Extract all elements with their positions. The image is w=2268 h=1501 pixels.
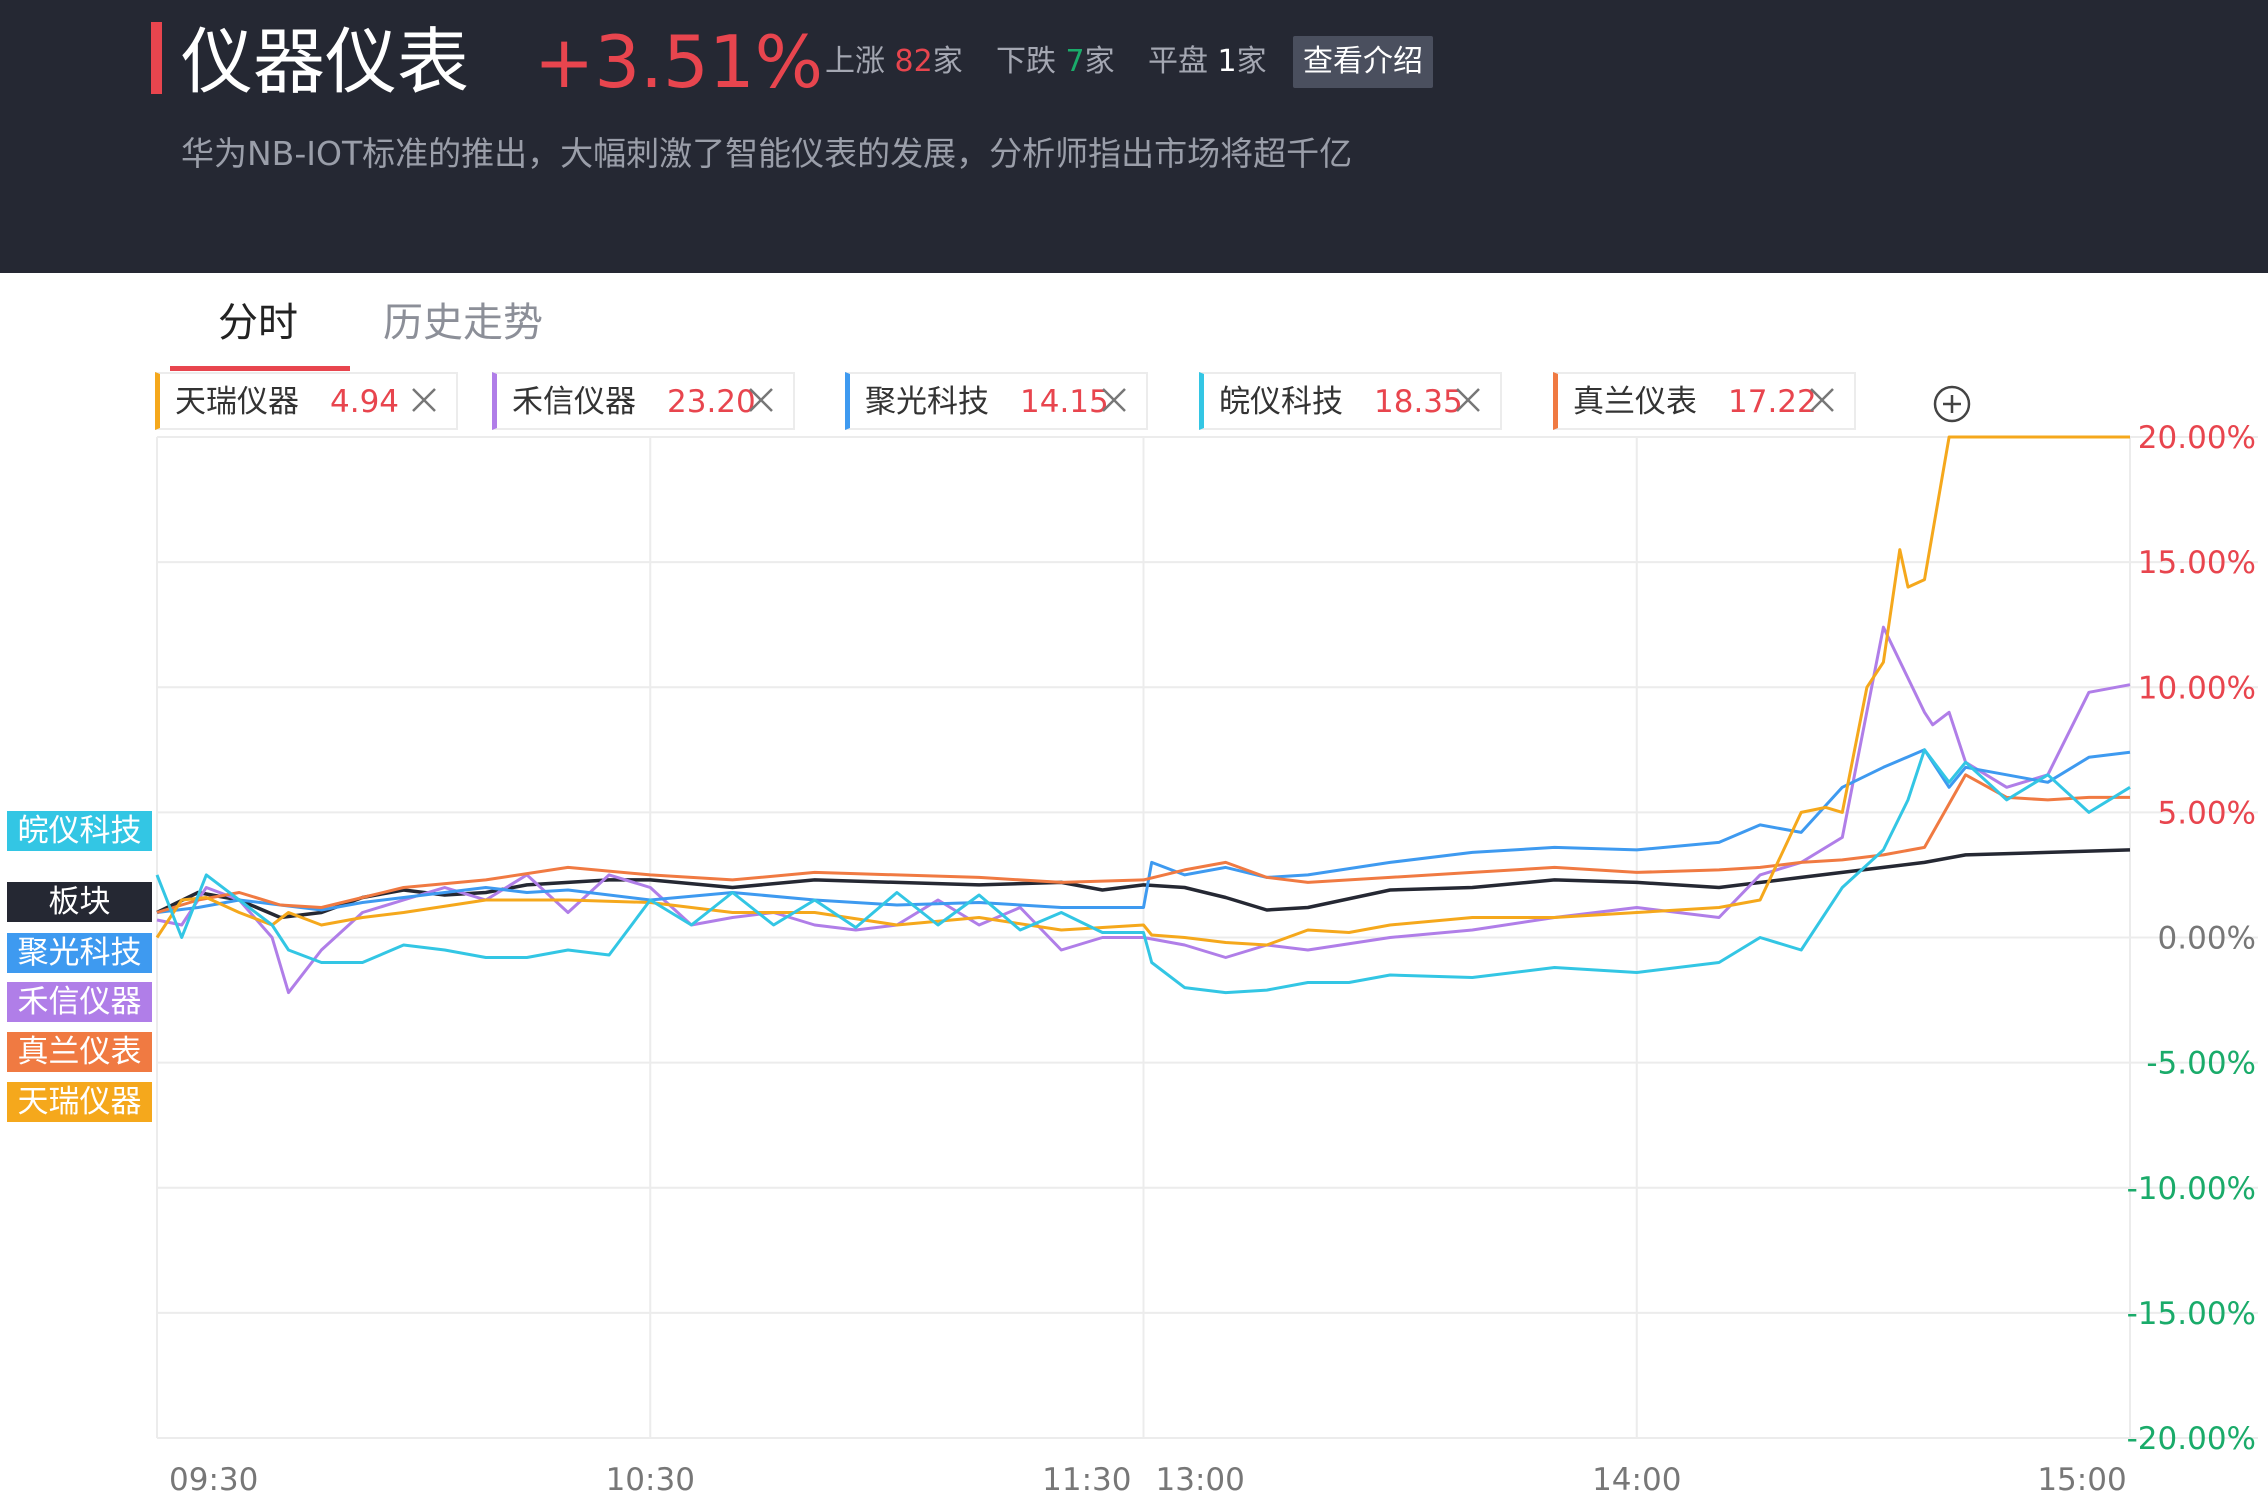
x-tick-label: 15:00 bbox=[2037, 1462, 2126, 1498]
y-tick-label: -5.00% bbox=[2146, 1046, 2256, 1082]
chip-name: 禾信仪器 bbox=[512, 384, 636, 420]
close-icon[interactable] bbox=[1094, 380, 1134, 420]
y-tick-label: 20.00% bbox=[2138, 420, 2256, 456]
legend-tianrui: 天瑞仪器 bbox=[7, 1082, 152, 1122]
chip-name: 真兰仪表 bbox=[1573, 384, 1697, 420]
legend-sector: 板块 bbox=[7, 882, 152, 922]
y-tick-label: -10.00% bbox=[2127, 1171, 2256, 1207]
legend-zhenlan: 真兰仪表 bbox=[7, 1032, 152, 1072]
legend-wanyi: 皖仪科技 bbox=[7, 811, 152, 851]
intraday-line-chart: 20.00% 15.00% 10.00% 5.00% 0.00% -5.00% -10.00… bbox=[155, 420, 2258, 1498]
y-tick-label: 10.00% bbox=[2138, 670, 2256, 706]
x-tick-label: 14:00 bbox=[1592, 1462, 1681, 1498]
chip-price: 4.94 bbox=[330, 384, 400, 420]
grid bbox=[156, 436, 2258, 1439]
close-icon[interactable] bbox=[1802, 380, 1842, 420]
legend-juguang: 聚光科技 bbox=[7, 933, 152, 973]
stock-chip-tianrui[interactable]: 天瑞仪器 4.94 bbox=[155, 372, 458, 430]
chip-name: 聚光科技 bbox=[865, 384, 989, 420]
stock-chip-zhenlan[interactable]: 真兰仪表 17.22 bbox=[1553, 372, 1856, 430]
x-tick-label: 13:00 bbox=[1156, 1462, 1245, 1498]
close-icon[interactable] bbox=[1448, 380, 1488, 420]
x-tick-label: 11:30 bbox=[1042, 1462, 1131, 1498]
close-icon[interactable] bbox=[741, 380, 781, 420]
y-tick-label: -15.00% bbox=[2127, 1296, 2256, 1332]
stock-chip-juguang[interactable]: 聚光科技 14.15 bbox=[845, 372, 1148, 430]
x-tick-label: 10:30 bbox=[606, 1462, 695, 1498]
stock-chip-hexin[interactable]: 禾信仪器 23.20 bbox=[492, 372, 795, 430]
y-tick-label: 0.00% bbox=[2158, 921, 2256, 957]
plus-circle-icon[interactable] bbox=[1931, 383, 1973, 425]
x-axis-ticks: 09:30 10:30 11:30 13:00 14:00 15:00 bbox=[169, 1462, 2127, 1498]
chip-name: 天瑞仪器 bbox=[175, 384, 299, 420]
y-tick-label: -20.00% bbox=[2127, 1421, 2256, 1457]
y-tick-label: 5.00% bbox=[2158, 795, 2256, 831]
y-tick-label: 15.00% bbox=[2138, 545, 2256, 581]
legend-hexin: 禾信仪器 bbox=[7, 982, 152, 1022]
x-tick-label: 09:30 bbox=[169, 1462, 258, 1498]
stock-chip-wanyi[interactable]: 皖仪科技 18.35 bbox=[1199, 372, 1502, 430]
chip-name: 皖仪科技 bbox=[1219, 384, 1343, 420]
close-icon[interactable] bbox=[404, 380, 444, 420]
